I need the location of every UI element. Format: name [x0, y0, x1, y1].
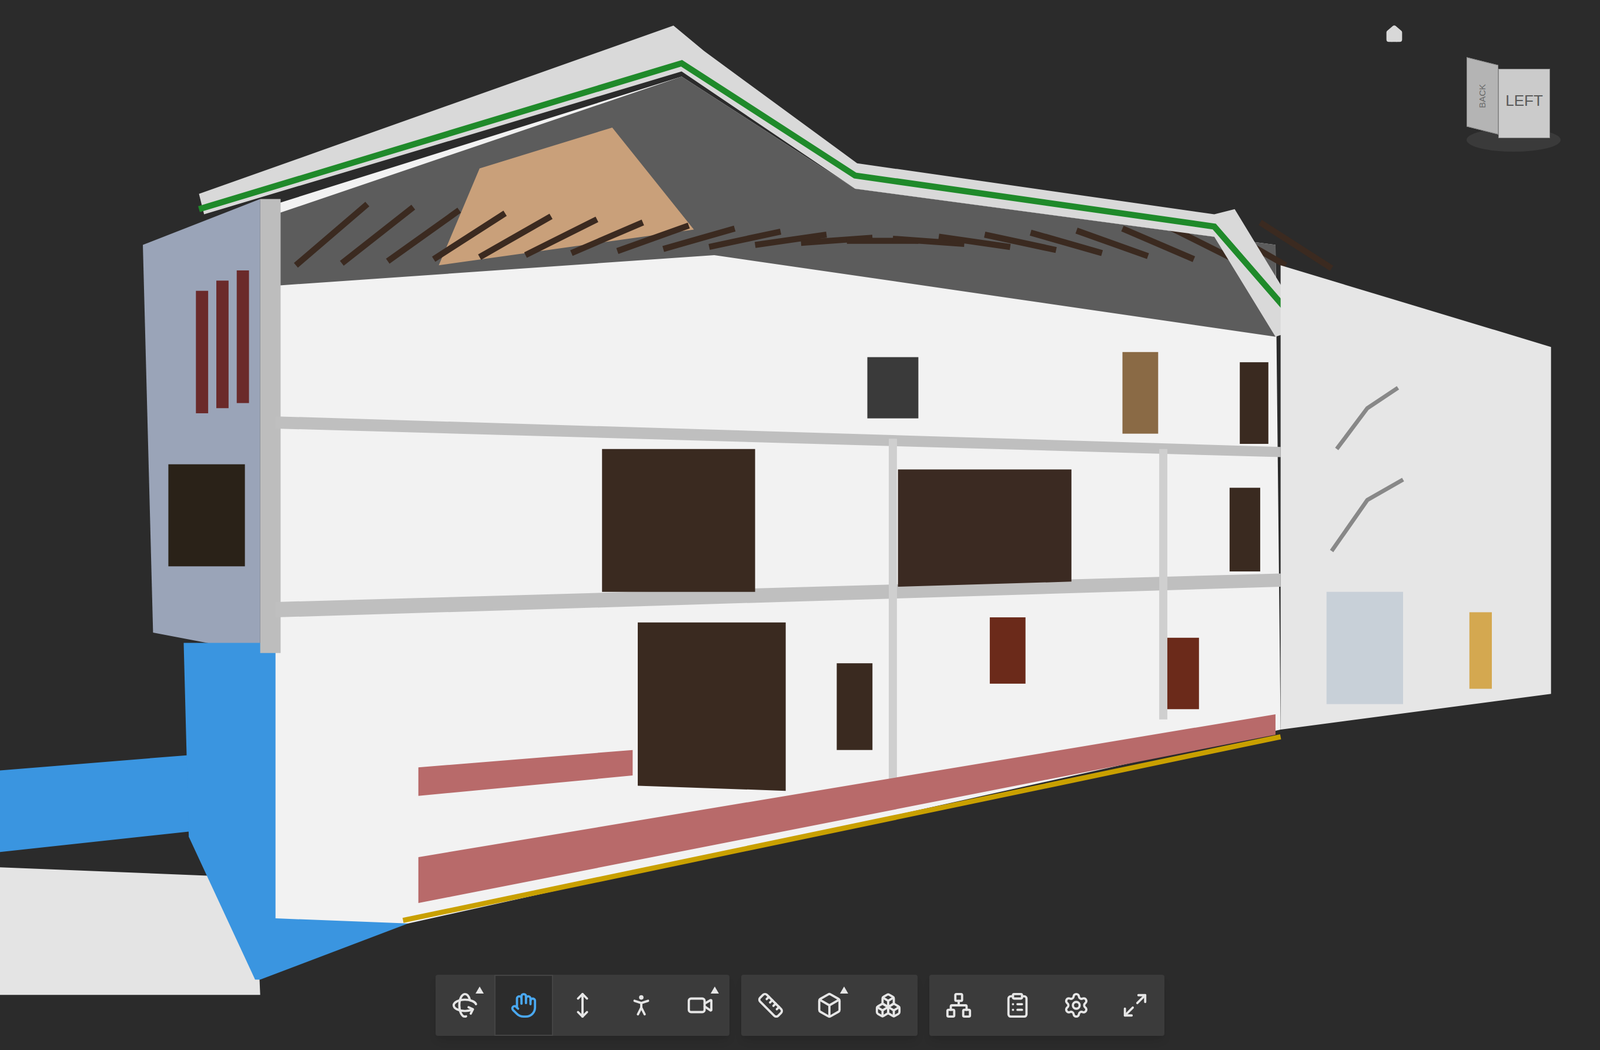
toolbar-button[interactable]	[800, 974, 859, 1036]
roof-gable-wall	[438, 127, 694, 266]
dado	[418, 750, 634, 796]
toolbar-button[interactable]	[988, 974, 1047, 1036]
home-icon	[1384, 24, 1404, 44]
dado-front	[418, 714, 1276, 903]
walk-icon	[627, 991, 655, 1019]
section-icon	[815, 991, 843, 1019]
staircase	[1336, 387, 1398, 450]
arched-door	[1163, 637, 1200, 709]
toolbar-group	[435, 974, 730, 1036]
roof-beam	[1260, 222, 1332, 269]
toolbar-button[interactable]	[611, 974, 671, 1036]
home-button[interactable]	[1381, 21, 1408, 48]
arched-door	[989, 617, 1026, 684]
view-cube-face[interactable]: LEFT	[1498, 68, 1551, 139]
toolbar-button[interactable]	[435, 974, 495, 1036]
toolbar-button[interactable]	[553, 974, 612, 1036]
window	[867, 356, 919, 418]
toolbar	[435, 974, 1165, 1036]
toolbar-button[interactable]	[1105, 974, 1165, 1036]
interior-wall	[888, 438, 897, 791]
view-cube-face[interactable]: BACK	[1466, 57, 1499, 135]
toolbar-button[interactable]	[494, 974, 554, 1036]
boundary-wall-top	[0, 754, 189, 852]
rear-wing	[1280, 265, 1552, 730]
camera-icon	[686, 991, 714, 1019]
upper-facade	[142, 198, 261, 653]
wood-screen	[898, 469, 1072, 587]
view-cube[interactable]: BACKLEFT	[1460, 58, 1561, 153]
facade-window	[216, 280, 229, 408]
facade-shutter	[168, 464, 245, 567]
measure-icon	[757, 991, 785, 1019]
facade-window	[236, 270, 250, 404]
window	[1122, 352, 1159, 434]
toolbar-button[interactable]	[1046, 974, 1106, 1036]
pan-icon	[510, 991, 538, 1019]
menu-arrow-icon	[839, 986, 849, 994]
model-browser-icon	[945, 991, 973, 1019]
roof-line	[199, 63, 1302, 327]
zoom-icon	[568, 991, 597, 1019]
model-canvas[interactable]	[0, 0, 1600, 1050]
toolbar-button[interactable]	[741, 974, 800, 1036]
menu-arrow-icon	[710, 986, 719, 994]
toolbar-button[interactable]	[670, 974, 730, 1036]
door	[1239, 362, 1269, 444]
door	[1469, 611, 1492, 689]
roof-beam	[342, 206, 414, 263]
toolbar-button[interactable]	[858, 974, 918, 1036]
window	[836, 663, 873, 751]
ground-line	[403, 736, 1281, 920]
orbit-icon	[451, 991, 479, 1019]
glass-enclosure	[1326, 591, 1404, 705]
settings-icon	[1062, 991, 1090, 1019]
roof-beam	[433, 213, 506, 260]
explode-icon	[874, 991, 902, 1019]
properties-icon	[1003, 991, 1032, 1019]
roof-beam	[295, 203, 368, 266]
roof-beam	[387, 210, 460, 262]
facade-window	[195, 290, 209, 414]
interior-wall	[1159, 449, 1168, 720]
wood-screen	[601, 449, 755, 592]
toolbar-button[interactable]	[929, 974, 989, 1036]
menu-arrow-icon	[475, 986, 484, 994]
toolbar-group	[741, 974, 918, 1036]
door	[1229, 487, 1261, 572]
building-model	[0, 25, 1552, 995]
staircase	[1331, 479, 1404, 551]
viewer: BACKLEFT	[0, 0, 1600, 1050]
toolbar-group	[929, 974, 1165, 1036]
roof	[199, 25, 1307, 337]
wood-screen	[637, 622, 786, 791]
fullscreen-icon	[1121, 991, 1149, 1019]
first-floor-slab	[275, 573, 1281, 618]
